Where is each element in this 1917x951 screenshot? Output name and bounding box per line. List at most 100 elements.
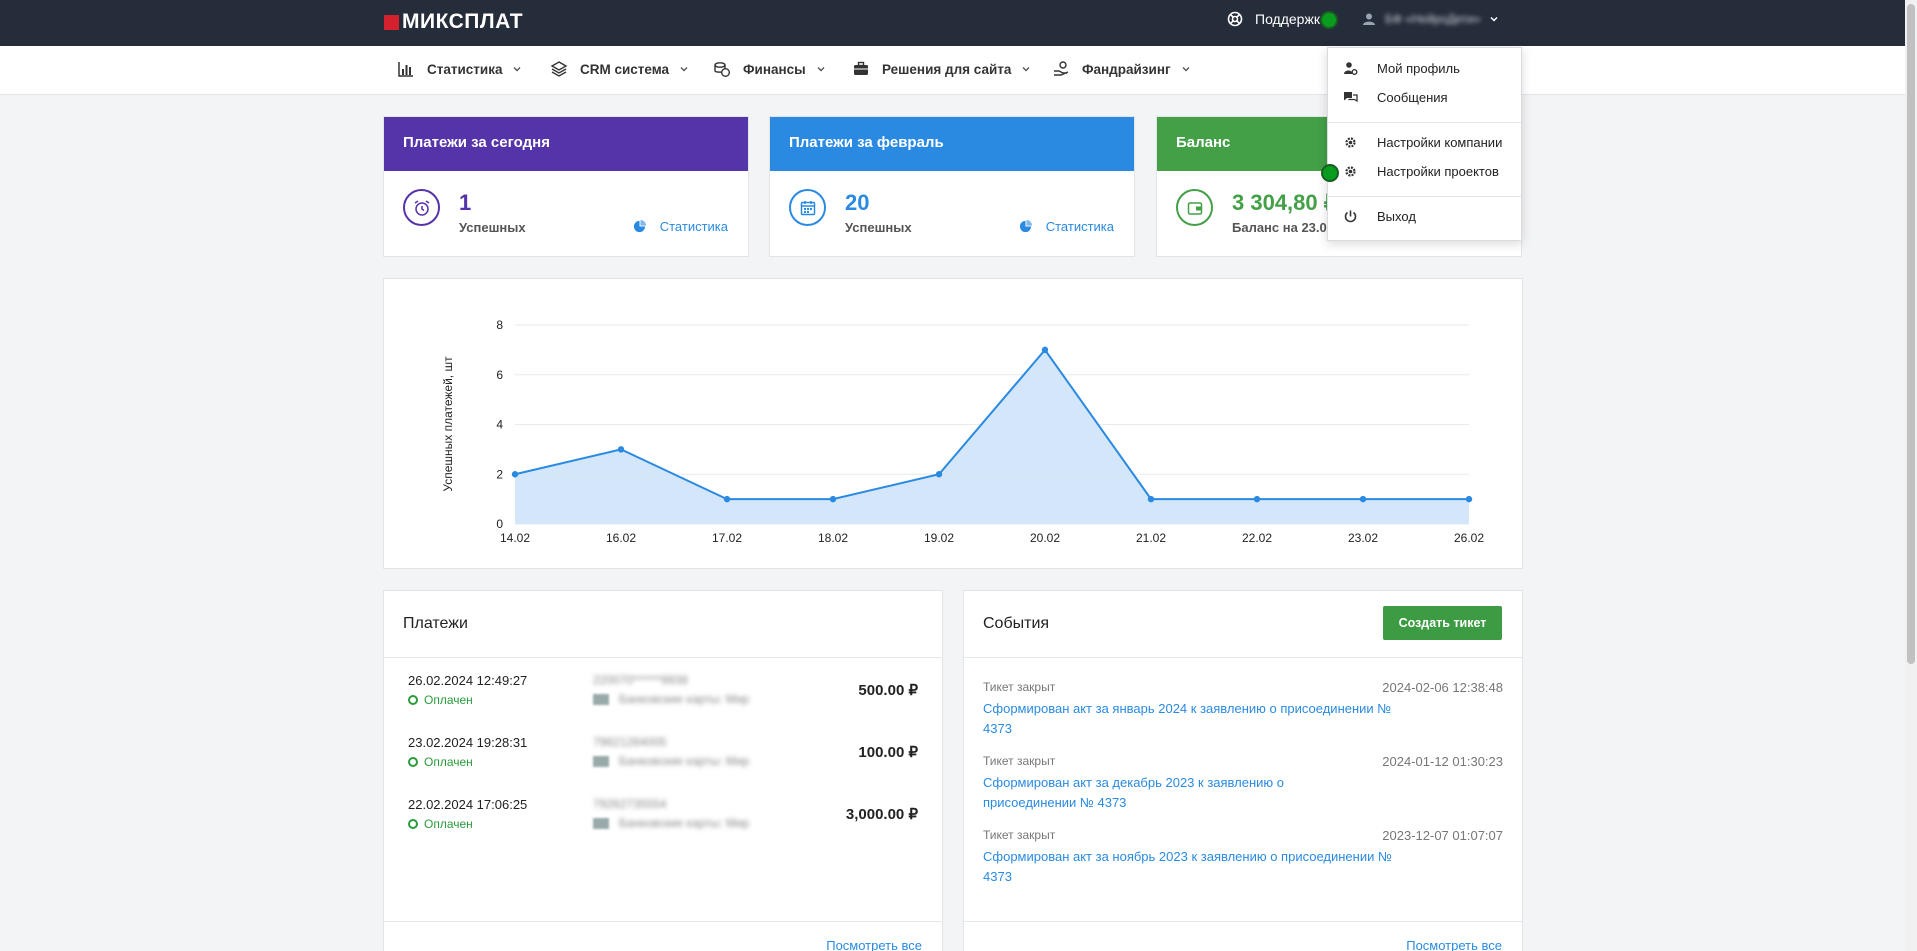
divider <box>384 921 942 922</box>
nav-item-crm[interactable]: CRM система <box>550 60 689 78</box>
payments-panel: Платежи 26.02.2024 12:49:27 Оплачен 2200… <box>383 590 943 951</box>
card-subtitle: Успешных <box>459 220 526 235</box>
nav-item-finance[interactable]: Финансы <box>713 60 826 78</box>
menu-item-logout[interactable]: Выход <box>1328 209 1521 224</box>
payment-method-label: Банковские карты: Мир <box>619 754 750 768</box>
x-tick-label: 19.02 <box>924 531 954 545</box>
panel-title: События <box>983 615 1050 632</box>
bank-card-icon <box>593 755 609 767</box>
card-subtitle: Успешных <box>845 220 912 235</box>
chevron-down-icon <box>513 67 521 72</box>
card-title: Платежи за сегодня <box>384 117 748 171</box>
user-name: БФ «НейроДети» <box>1385 12 1481 26</box>
calendar-icon <box>789 189 826 226</box>
event-link[interactable]: Сформирован акт за декабрь 2023 к заявле… <box>983 773 1303 813</box>
logo[interactable]: МИКСПЛАТ <box>384 10 523 34</box>
payment-status-label: Оплачен <box>424 817 473 831</box>
payment-method: Банковские карты: Мир <box>593 754 749 768</box>
chevron-down-icon <box>1022 67 1030 72</box>
menu-item-messages[interactable]: Сообщения <box>1328 90 1521 105</box>
status-circle-icon <box>408 695 418 705</box>
menu-item-label: Мой профиль <box>1377 61 1460 76</box>
month-payments-card: Платежи за февраль 20 Успешных Статистик… <box>769 116 1135 257</box>
nav-item-fundraising[interactable]: Фандрайзинг <box>1052 60 1191 78</box>
data-point <box>617 446 625 453</box>
event-link[interactable]: Сформирован акт за ноябрь 2023 к заявлен… <box>983 847 1393 887</box>
payment-status: Оплачен <box>408 817 473 831</box>
menu-item-project-settings[interactable]: Настройки проектов <box>1328 164 1521 179</box>
x-tick-label: 14.02 <box>500 531 530 545</box>
menu-item-label: Настройки проектов <box>1377 164 1499 179</box>
menu-divider <box>1328 196 1521 197</box>
event-link[interactable]: Сформирован акт за январь 2024 к заявлен… <box>983 699 1393 739</box>
user-dropdown-menu: Мой профиль Сообщения Настройки компании… <box>1327 47 1522 241</box>
chevron-down-icon <box>817 67 825 72</box>
chevron-down-icon <box>680 67 688 72</box>
payment-method-label: Банковские карты: Мир <box>619 816 750 830</box>
card-value: 20 <box>845 190 870 215</box>
card-subtitle: Баланс на 23.02 <box>1232 220 1334 235</box>
nav-item-label: Финансы <box>743 61 806 77</box>
view-all-events-link[interactable]: Посмотреть все <box>1406 938 1502 951</box>
today-payments-card: Платежи за сегодня 1 Успешных Статистика <box>383 116 749 257</box>
statistics-link[interactable]: Статистика <box>1019 219 1114 234</box>
nav-item-label: CRM система <box>580 61 670 77</box>
x-tick-label: 21.02 <box>1136 531 1166 545</box>
nav-item-label: Решения для сайта <box>882 61 1012 77</box>
menu-divider <box>1328 122 1521 123</box>
nav-item-label: Статистика <box>427 61 503 77</box>
y-tick-label: 0 <box>496 517 503 531</box>
y-tick-label: 2 <box>496 467 503 481</box>
menu-item-company-settings[interactable]: Настройки компании <box>1328 135 1521 150</box>
payment-row[interactable]: 26.02.2024 12:49:27 Оплачен 220070******… <box>408 673 918 733</box>
x-tick-label: 17.02 <box>712 531 742 545</box>
payment-status: Оплачен <box>408 693 473 707</box>
view-all-payments-link[interactable]: Посмотреть все <box>826 938 922 951</box>
divider <box>964 657 1522 658</box>
payments-chart-panel: 0 2 4 6 8 14.02 16.02 17.02 18.02 19.02 20.02 21.02… <box>383 278 1523 569</box>
vertical-scrollbar[interactable] <box>1905 0 1917 951</box>
menu-item-profile[interactable]: Мой профиль <box>1328 61 1521 76</box>
statistics-link-label: Статистика <box>1045 219 1114 234</box>
nav-item-statistics[interactable]: Статистика <box>397 60 522 78</box>
support-link[interactable]: Поддержк <box>1227 11 1320 27</box>
event-date: 2024-02-06 12:38:48 <box>1382 680 1503 695</box>
user-menu-toggle[interactable]: БФ «НейроДети» <box>1362 12 1499 26</box>
x-tick-label: 18.02 <box>818 531 848 545</box>
alarm-clock-icon <box>403 189 440 226</box>
payment-row[interactable]: 23.02.2024 19:28:31 Оплачен 79621284005 … <box>408 735 918 795</box>
nav-item-site-solutions[interactable]: Решения для сайта <box>852 60 1031 78</box>
power-icon <box>1344 210 1357 223</box>
panel-title: Платежи <box>403 615 468 632</box>
y-tick-label: 6 <box>496 368 503 382</box>
status-circle-icon <box>408 819 418 829</box>
payment-row[interactable]: 22.02.2024 17:06:25 Оплачен 79262735554 … <box>408 797 918 857</box>
bank-card-icon <box>593 693 609 705</box>
chat-bubbles-icon <box>1344 92 1358 103</box>
divider <box>964 921 1522 922</box>
hand-coin-icon <box>1054 61 1069 76</box>
y-tick-label: 4 <box>496 418 503 432</box>
logo-mark <box>384 14 399 30</box>
x-tick-label: 23.02 <box>1348 531 1378 545</box>
payment-method: Банковские карты: Мир <box>593 816 749 830</box>
scrollbar-thumb[interactable] <box>1907 4 1915 664</box>
x-tick-label: 22.02 <box>1242 531 1272 545</box>
bar-chart-icon <box>398 62 413 77</box>
payments-chart: 0 2 4 6 8 14.02 16.02 17.02 18.02 19.02 20.02 21.02… <box>441 318 1484 545</box>
layers-icon <box>550 61 568 77</box>
statistics-link-label: Статистика <box>659 219 728 234</box>
payment-account: 79262735554 <box>593 797 667 811</box>
x-tick-label: 26.02 <box>1454 531 1484 545</box>
payment-status-label: Оплачен <box>424 755 473 769</box>
x-tick-label: 16.02 <box>606 531 636 545</box>
support-globe-icon <box>1227 11 1243 27</box>
payment-account: 220070******9938 <box>593 673 688 687</box>
statistics-link[interactable]: Статистика <box>633 219 728 234</box>
x-tick-label: 20.02 <box>1030 531 1060 545</box>
y-axis-label: Успешных платежей, шт <box>441 356 455 492</box>
create-ticket-button[interactable]: Создать тикет <box>1383 606 1502 640</box>
menu-item-label: Выход <box>1377 209 1416 224</box>
support-label: Поддержк <box>1255 11 1320 27</box>
event-date: 2024-01-12 01:30:23 <box>1382 754 1503 769</box>
